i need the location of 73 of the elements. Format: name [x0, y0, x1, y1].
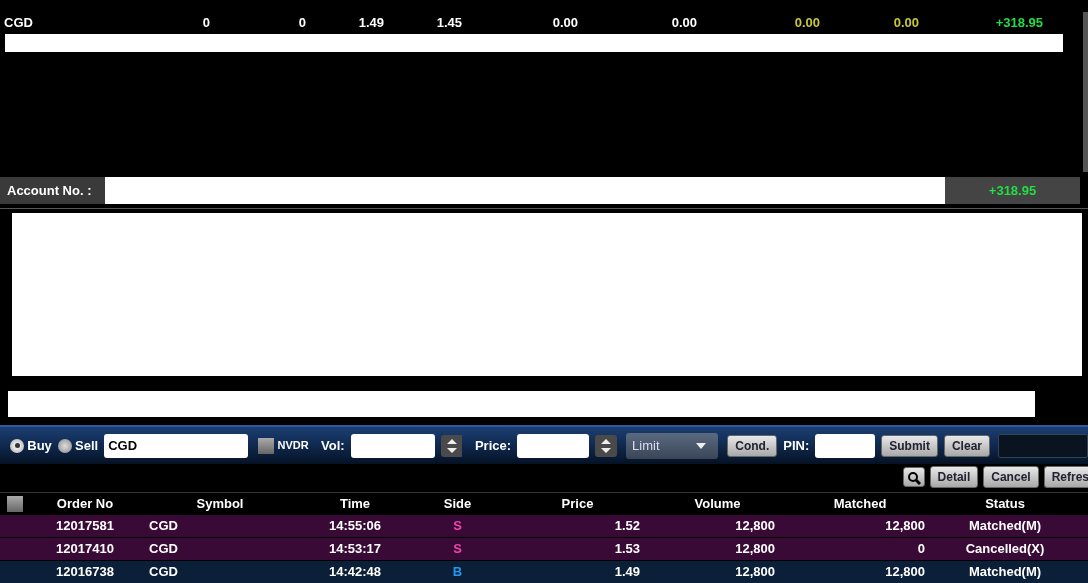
- search-icon: [906, 470, 921, 485]
- table-cell-text: 1.53: [613, 540, 641, 559]
- scrollbar[interactable]: [1083, 12, 1088, 172]
- table-cell-text: 14:55:06: [327, 517, 382, 536]
- table-cell-text: 1.49: [613, 563, 641, 582]
- table-cell-text: 12,800: [884, 517, 926, 536]
- table-row[interactable]: 12017581 CGD 14:55:06 S 1.52 12,800 12,800 Matched(M): [0, 515, 1088, 538]
- clear-button[interactable]: Clear: [943, 434, 990, 457]
- table-cell-text: 14:53:17: [327, 540, 382, 559]
- table-cell-text: 14:42:48: [327, 563, 382, 582]
- table-cell-text: 0.00: [551, 14, 578, 33]
- account-label: Account No. :: [7, 181, 92, 200]
- column-header: Price: [560, 495, 595, 514]
- pin-label: PIN:: [783, 436, 810, 455]
- cond-button[interactable]: Cond.: [727, 434, 778, 457]
- spinner-icon[interactable]: [595, 434, 617, 457]
- table-cell-text: 12,800: [734, 517, 776, 536]
- radio-icon[interactable]: [57, 438, 72, 453]
- table-cell-text: 0: [297, 14, 306, 33]
- column-header: Volume: [693, 495, 742, 514]
- volume-field[interactable]: [350, 433, 435, 458]
- table-cell-text: 0.00: [892, 14, 919, 33]
- table-row[interactable]: 12017410 CGD 14:53:17 S 1.53 12,800 0 Cancelled(X): [0, 538, 1088, 561]
- side-cell-text: B: [451, 563, 464, 582]
- column-header: Side: [442, 495, 473, 514]
- pin-field[interactable]: [815, 433, 876, 458]
- side-radio[interactable]: Buy: [10, 435, 52, 456]
- column-header: Status: [984, 495, 1026, 514]
- table-cell-text: Matched(M): [967, 563, 1043, 582]
- price-field[interactable]: [517, 433, 590, 458]
- side-cell-text: S: [452, 517, 463, 536]
- vol-label: Vol:: [321, 436, 345, 455]
- side-radio[interactable]: Sell: [57, 435, 99, 456]
- table-cell-text: +318.95: [994, 14, 1043, 33]
- table-cell-text: 0.00: [793, 14, 820, 33]
- spinner-icon[interactable]: [440, 434, 463, 457]
- table-cell-text: 1.49: [357, 14, 384, 33]
- column-header: Matched: [832, 495, 888, 514]
- action-button[interactable]: Refres: [1043, 466, 1088, 488]
- select-all-checkbox[interactable]: [7, 496, 23, 512]
- table-cell-text: CGD: [148, 517, 179, 536]
- table-cell-text: 12,800: [884, 563, 926, 582]
- radio-icon[interactable]: [10, 438, 24, 453]
- nvdr-checkbox[interactable]: NVDR: [258, 437, 309, 454]
- table-cell-text: CGD: [148, 563, 179, 582]
- action-button[interactable]: Cancel: [983, 466, 1039, 488]
- table-cell-text: 1.52: [613, 517, 641, 536]
- submit-button[interactable]: Submit: [881, 434, 938, 457]
- column-header: Order No: [55, 495, 115, 514]
- table-cell-text: 12017410: [55, 540, 115, 559]
- action-button[interactable]: Detail: [929, 466, 979, 488]
- column-header: Time: [338, 495, 372, 514]
- caret-icon: [695, 442, 706, 449]
- table-cell-text: 0: [916, 540, 926, 559]
- table-cell-text: 0.00: [670, 14, 697, 33]
- symbol-cell-text: CGD: [3, 14, 34, 33]
- order-type-select[interactable]: Limit: [626, 432, 719, 459]
- table-cell-text: 12016738: [55, 563, 115, 582]
- price-label: Price:: [474, 436, 512, 455]
- side-cell-text: S: [452, 540, 463, 559]
- table-cell-text: 1.45: [435, 14, 462, 33]
- table-cell-text: Cancelled(X): [964, 540, 1046, 559]
- table-cell-text: 0: [201, 14, 210, 33]
- table-cell-text: 12,800: [734, 540, 776, 559]
- account-total: +318.95: [988, 181, 1037, 200]
- table-cell-text: Matched(M): [967, 517, 1043, 536]
- table-row[interactable]: 12016738 CGD 14:42:48 B 1.49 12,800 12,800 Matched(M): [0, 561, 1088, 583]
- table-cell-text: 12017581: [55, 517, 115, 536]
- symbol-field[interactable]: CGD: [104, 433, 249, 458]
- search-button[interactable]: [902, 467, 925, 487]
- column-header: Symbol: [195, 495, 245, 514]
- table-cell-text: 12,800: [734, 563, 776, 582]
- table-cell-text: CGD: [148, 540, 179, 559]
